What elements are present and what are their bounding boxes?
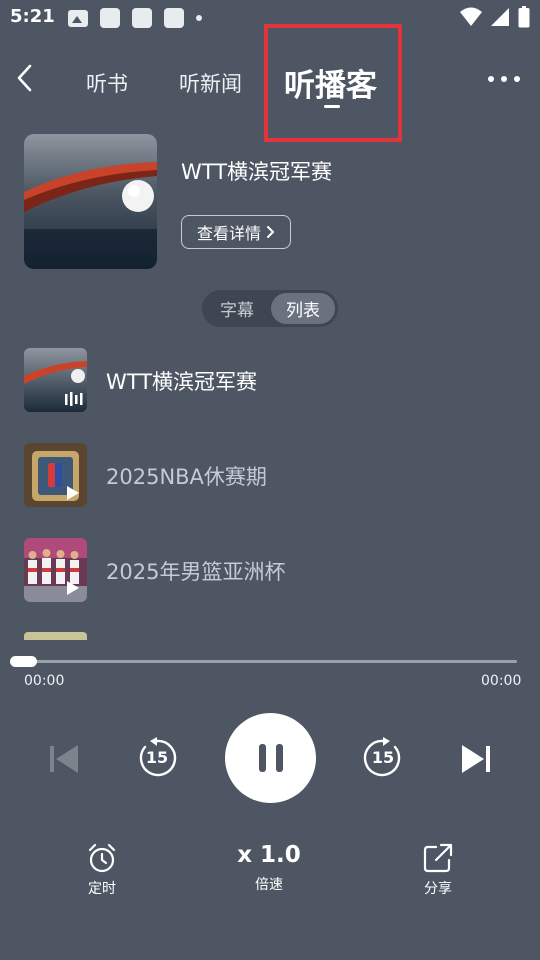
notification-icons bbox=[68, 8, 202, 28]
playing-bars-icon bbox=[65, 392, 83, 406]
more-button[interactable] bbox=[488, 70, 528, 88]
tab-audiobook[interactable]: 听书 bbox=[86, 68, 128, 98]
share-icon bbox=[423, 843, 453, 873]
next-button[interactable] bbox=[458, 740, 494, 778]
total-time: 00:00 bbox=[481, 673, 522, 689]
battery-icon bbox=[518, 6, 530, 28]
more-dot-icon bbox=[514, 76, 520, 82]
share-button[interactable]: 分享 bbox=[398, 840, 478, 900]
episode-thumbnail-partial bbox=[24, 632, 87, 640]
chevron-left-icon bbox=[17, 64, 32, 92]
wifi-icon bbox=[460, 7, 482, 26]
pause-bar-icon bbox=[275, 744, 283, 772]
status-right-icons bbox=[460, 6, 530, 28]
dot-icon bbox=[196, 15, 202, 21]
play-icon bbox=[67, 581, 79, 595]
app-icon bbox=[132, 8, 152, 28]
app-icon bbox=[100, 8, 120, 28]
forward-seconds: 15 bbox=[371, 748, 395, 767]
share-label: 分享 bbox=[424, 881, 452, 897]
gallery-icon bbox=[68, 9, 88, 27]
episode-title: 2025年男篮亚洲杯 bbox=[106, 560, 286, 584]
podcast-title: WTT横滨冠军赛 bbox=[181, 160, 333, 184]
app-icon bbox=[164, 8, 184, 28]
list-item[interactable]: 2025年男篮亚洲杯 bbox=[24, 538, 516, 604]
status-time: 5:21 bbox=[10, 6, 55, 27]
rewind-15-button[interactable]: 15 bbox=[135, 736, 179, 780]
episode-title: WTT横滨冠军赛 bbox=[106, 370, 258, 394]
subtitle-toggle[interactable]: 字幕 bbox=[205, 293, 269, 324]
alarm-clock-icon bbox=[88, 843, 116, 873]
speed-value: x 1.0 bbox=[237, 842, 301, 868]
timer-label: 定时 bbox=[88, 881, 116, 897]
back-button[interactable] bbox=[10, 58, 44, 98]
current-time: 00:00 bbox=[24, 673, 65, 689]
forward-15-button[interactable]: 15 bbox=[361, 736, 405, 780]
view-details-label: 查看详情 bbox=[196, 224, 261, 243]
progress-handle[interactable] bbox=[10, 656, 37, 667]
podcast-cover-image bbox=[24, 134, 157, 269]
progress-track[interactable] bbox=[14, 660, 517, 663]
pause-bar-icon bbox=[258, 744, 266, 772]
skip-previous-icon bbox=[50, 745, 78, 773]
speed-button[interactable]: x 1.0 倍速 bbox=[229, 840, 309, 900]
pause-button[interactable] bbox=[225, 713, 316, 803]
view-details-button[interactable]: 查看详情 bbox=[181, 215, 291, 249]
highlight-box bbox=[264, 24, 402, 142]
speed-label: 倍速 bbox=[255, 877, 283, 893]
previous-button[interactable] bbox=[46, 740, 82, 778]
signal-icon bbox=[491, 8, 509, 26]
play-icon bbox=[67, 486, 79, 500]
episode-title: 2025NBA休赛期 bbox=[106, 465, 267, 489]
view-mode-toggle: 字幕 列表 bbox=[202, 290, 338, 327]
list-item[interactable]: 2025NBA休赛期 bbox=[24, 443, 516, 509]
timer-button[interactable]: 定时 bbox=[62, 840, 142, 900]
skip-next-icon bbox=[462, 745, 490, 773]
more-dot-icon bbox=[501, 76, 507, 82]
list-item[interactable]: WTT横滨冠军赛 bbox=[24, 348, 516, 414]
rewind-seconds: 15 bbox=[145, 748, 169, 767]
tab-news[interactable]: 听新闻 bbox=[179, 68, 242, 98]
list-toggle[interactable]: 列表 bbox=[271, 293, 335, 324]
more-dot-icon bbox=[488, 76, 494, 82]
chevron-right-icon bbox=[267, 226, 275, 238]
